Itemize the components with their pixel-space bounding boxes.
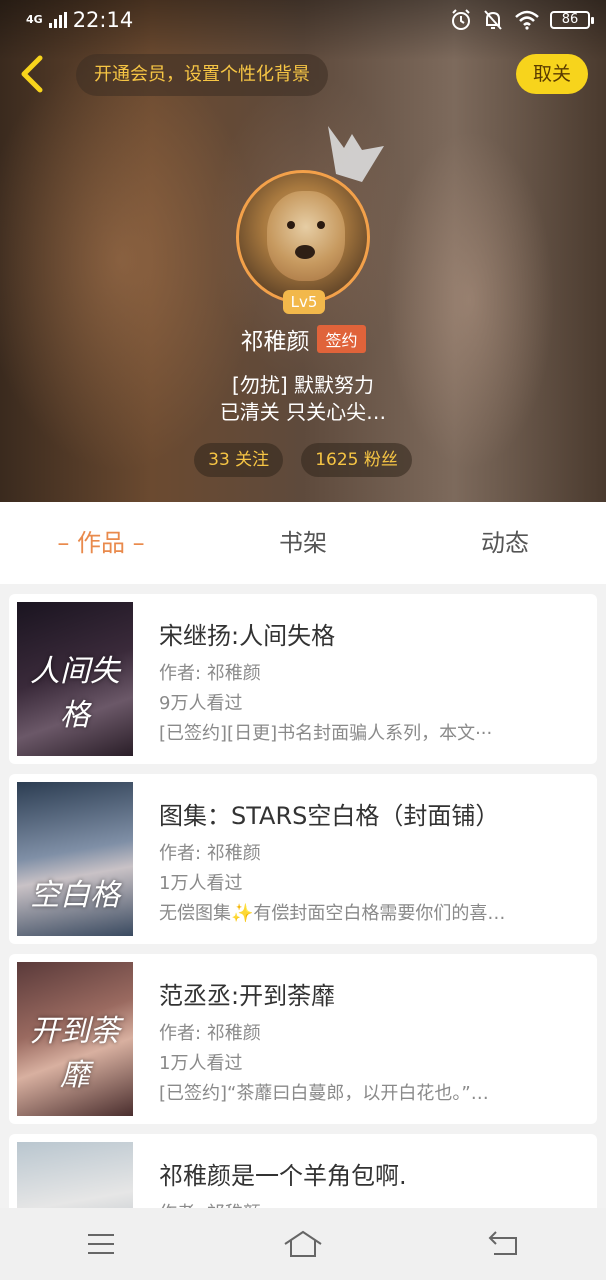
mute-bell-icon xyxy=(484,10,502,30)
book-views: 1万人看过 xyxy=(159,1053,243,1074)
clock: 22:14 xyxy=(72,8,134,32)
profile-header: 开通会员，设置个性化背景 取关 Lv5 祁稚颜 签约 [勿扰] 默默努力 已清关… xyxy=(0,0,606,502)
username: 祁稚颜 xyxy=(240,329,310,355)
stats-row: 33 关注 1625 粉丝 xyxy=(0,443,606,477)
network-type: 4G xyxy=(26,13,43,26)
book-cover xyxy=(17,1142,133,1208)
book-card[interactable]: 空白格 图集：STARS空白格（封面铺） 作者: 祁稚颜 1万人看过 无偿图集✨… xyxy=(9,774,597,944)
cover-title: 人间失格 xyxy=(30,654,120,733)
book-list[interactable]: 人间失格 宋继扬:人间失格 作者: 祁稚颜 9万人看过 [已签约][日更]书名封… xyxy=(0,584,606,1208)
return-icon xyxy=(488,1231,517,1255)
home-button[interactable] xyxy=(273,1219,333,1269)
following-count[interactable]: 33 关注 xyxy=(194,443,284,477)
book-views: 1万人看过 xyxy=(159,873,243,894)
cover-title: 开到荼靡 xyxy=(30,1014,120,1093)
book-title: 范丞丞:开到荼靡 xyxy=(159,982,336,1010)
book-description: [已签约][日更]书名封面骗人系列，本文··· xyxy=(159,723,493,744)
book-card[interactable]: 人间失格 宋继扬:人间失格 作者: 祁稚颜 9万人看过 [已签约][日更]书名封… xyxy=(9,594,597,764)
vip-background-banner[interactable]: 开通会员，设置个性化背景 xyxy=(76,54,328,96)
status-bar: 4G 22:14 86 xyxy=(0,0,606,40)
bio: [勿扰] 默默努力 已清关 只关心尖… xyxy=(0,372,606,426)
tab-bookshelf[interactable]: 书架 xyxy=(202,502,404,584)
home-icon xyxy=(284,1230,322,1257)
book-card[interactable]: 开到荼靡 范丞丞:开到荼靡 作者: 祁稚颜 1万人看过 [已签约]“茶蘼曰白蔓郎… xyxy=(9,954,597,1124)
system-nav-bar xyxy=(0,1208,606,1280)
signal-icon xyxy=(48,12,67,28)
tab-activity[interactable]: 动态 xyxy=(404,502,606,584)
menu-button[interactable] xyxy=(71,1219,131,1269)
tab-works[interactable]: – 作品 – xyxy=(0,502,202,584)
avatar[interactable] xyxy=(236,170,370,304)
book-author: 作者: 祁稚颜 xyxy=(159,1023,261,1044)
book-description: 无偿图集✨有偿封面空白格需要你们的喜… xyxy=(159,903,506,924)
book-cover: 开到荼靡 xyxy=(17,962,133,1116)
name-row: 祁稚颜 签约 xyxy=(0,322,606,356)
bio-line: [勿扰] 默默努力 xyxy=(232,373,374,397)
book-author: 作者: 祁稚颜 xyxy=(159,843,261,864)
signed-badge: 签约 xyxy=(317,325,366,353)
book-title: 宋继扬:人间失格 xyxy=(159,622,336,650)
book-title: 图集：STARS空白格（封面铺） xyxy=(159,802,500,830)
book-title: 祁稚颜是一个羊角包啊. xyxy=(159,1162,407,1190)
avatar-image xyxy=(236,170,370,304)
book-author: 作者: 祁稚颜 xyxy=(159,1199,581,1208)
back-nav-button[interactable] xyxy=(475,1219,535,1269)
bio-line: 已清关 只关心尖… xyxy=(219,400,387,424)
battery-indicator: 86 xyxy=(550,11,594,29)
book-cover: 空白格 xyxy=(17,782,133,936)
chevron-left-icon xyxy=(21,55,43,93)
book-description: [已签约]“茶蘼曰白蔓郎，以开白花也。”… xyxy=(159,1083,489,1104)
book-cover: 人间失格 xyxy=(17,602,133,756)
wifi-icon xyxy=(515,10,539,30)
level-badge: Lv5 xyxy=(283,290,325,314)
book-author: 作者: 祁稚颜 xyxy=(159,663,261,684)
followers-count[interactable]: 1625 粉丝 xyxy=(301,443,412,477)
menu-icon xyxy=(88,1234,114,1254)
book-card[interactable]: 祁稚颜是一个羊角包啊. 作者: 祁稚颜 xyxy=(9,1134,597,1208)
back-button[interactable] xyxy=(12,52,52,96)
unfollow-button[interactable]: 取关 xyxy=(516,54,588,94)
profile-tabs: – 作品 – 书架 动态 xyxy=(0,502,606,584)
cover-title: 空白格 xyxy=(30,878,120,913)
alarm-icon xyxy=(452,9,470,30)
book-views: 9万人看过 xyxy=(159,693,243,714)
